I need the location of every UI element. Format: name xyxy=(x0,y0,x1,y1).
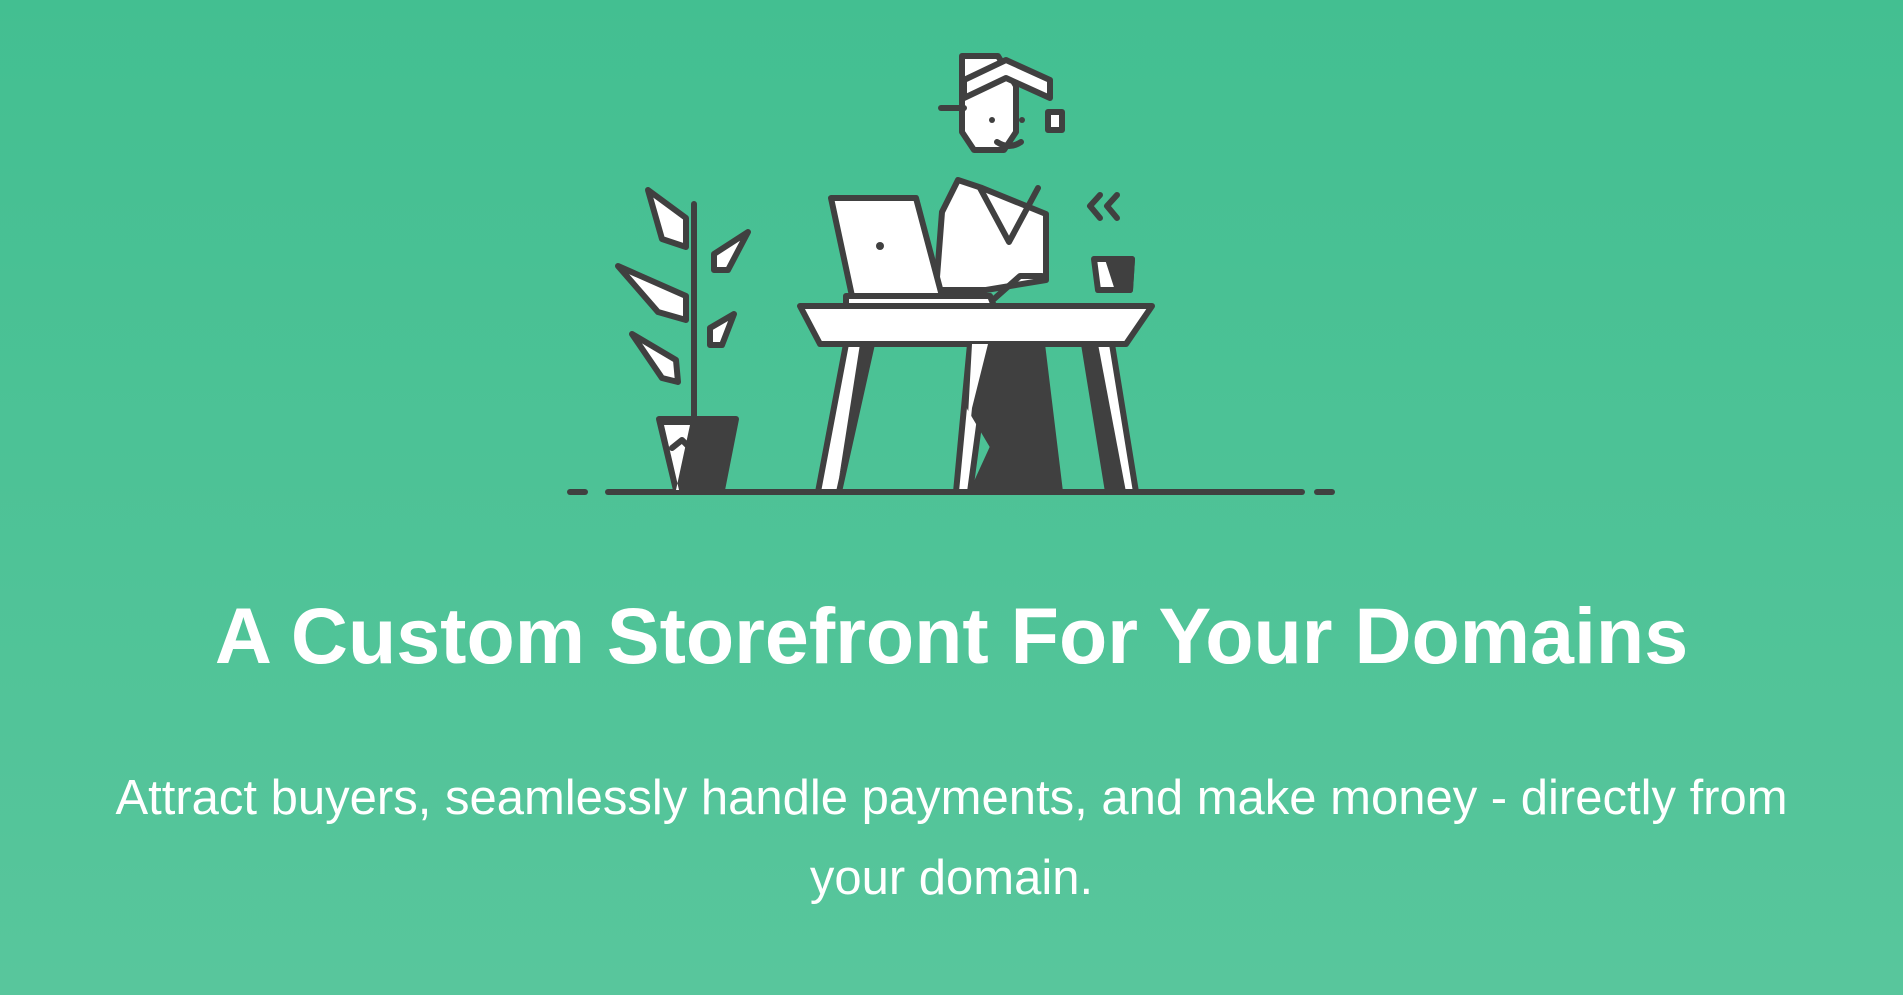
person-working-at-desk-illustration xyxy=(567,53,1335,495)
coffee-cup-icon xyxy=(1087,192,1135,293)
plant-icon xyxy=(615,187,751,493)
desk-icon xyxy=(797,303,1155,495)
hero-section: A Custom Storefront For Your Domains Att… xyxy=(0,0,1903,995)
page-title: A Custom Storefront For Your Domains xyxy=(214,591,1689,680)
page-subtitle: Attract buyers, seamlessly handle paymen… xyxy=(115,771,1788,905)
person-icon xyxy=(933,53,1065,325)
